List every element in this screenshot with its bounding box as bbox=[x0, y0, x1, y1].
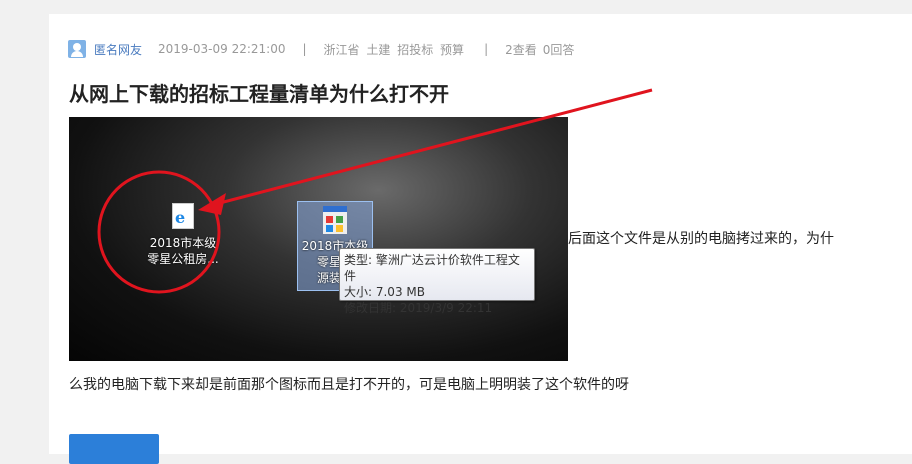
annotation-circle bbox=[97, 170, 221, 294]
annotation-overlay bbox=[97, 88, 653, 294]
annotation-arrowhead bbox=[198, 193, 226, 215]
annotation-arrow-line bbox=[215, 88, 653, 206]
answer-button[interactable] bbox=[69, 434, 159, 464]
